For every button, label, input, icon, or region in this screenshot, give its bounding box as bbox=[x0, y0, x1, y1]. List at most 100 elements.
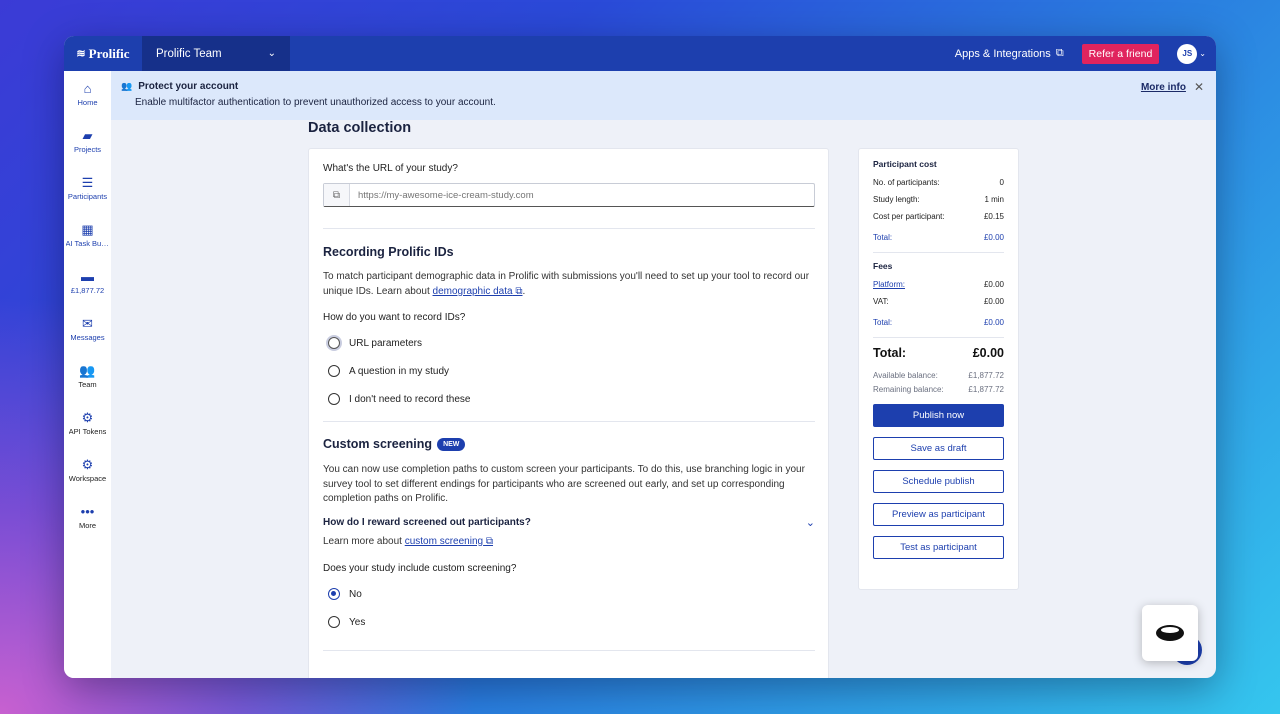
radio-label: A question in my study bbox=[349, 365, 450, 377]
sidebar-item-participants[interactable]: ☰ Participants bbox=[64, 165, 111, 212]
row-value: £1,877.72 bbox=[968, 370, 1004, 380]
recording-text-end: . bbox=[522, 285, 526, 297]
brand-name: Prolific bbox=[88, 45, 130, 61]
people-icon: 👥 bbox=[121, 81, 133, 91]
brand-logo[interactable]: ≋ Prolific bbox=[64, 36, 142, 71]
radio-no-record[interactable]: I don't need to record these bbox=[323, 385, 814, 413]
sidebar-item-home[interactable]: ⌂ Home bbox=[64, 71, 111, 118]
radio-button[interactable] bbox=[328, 588, 340, 600]
reward-screened-accordion[interactable]: How do I reward screened out participant… bbox=[323, 516, 815, 529]
divider bbox=[323, 650, 815, 651]
sidebar-item-messages[interactable]: ✉ Messages bbox=[64, 306, 111, 353]
robot-icon: ⚙ bbox=[81, 410, 94, 425]
radio-no[interactable]: No bbox=[323, 580, 814, 608]
sidebar-item-ai-task-builder[interactable]: ▦ AI Task Builder bbox=[64, 212, 111, 259]
home-icon: ⌂ bbox=[83, 81, 92, 96]
sidebar: ⌂ Home ▰ Projects ☰ Participants ▦ AI Ta… bbox=[64, 71, 111, 678]
cost-summary-panel: Participant cost No. of participants: 0 … bbox=[858, 148, 1019, 590]
row-value: £0.00 bbox=[983, 318, 1004, 327]
grand-total: Total: £0.00 bbox=[873, 346, 1004, 360]
row-label: Total: bbox=[873, 318, 893, 327]
record-ids-radio-group: URL parameters A question in my study I … bbox=[323, 329, 814, 413]
screening-question: Does your study include custom screening… bbox=[323, 563, 517, 574]
record-ids-question: How do you want to record IDs? bbox=[323, 312, 466, 323]
sidebar-item-label: Participants bbox=[67, 192, 108, 201]
close-icon[interactable]: ✕ bbox=[1194, 80, 1204, 94]
chevron-down-icon: ⌄ bbox=[267, 48, 276, 59]
row-value: £0.00 bbox=[983, 280, 1004, 289]
custom-screening-title: Custom screening NEW bbox=[323, 437, 814, 452]
test-participant-button[interactable]: Test as participant bbox=[873, 536, 1004, 559]
publish-now-button[interactable]: Publish now bbox=[873, 404, 1004, 427]
team-icon: 👥 bbox=[79, 363, 96, 378]
row-value: 0 bbox=[999, 178, 1004, 187]
radio-label: I don't need to record these bbox=[349, 393, 471, 405]
sidebar-item-more[interactable]: ••• More bbox=[64, 494, 111, 541]
filter-icon: ☰ bbox=[81, 175, 94, 190]
save-draft-button[interactable]: Save as draft bbox=[873, 437, 1004, 460]
external-link-icon: ⧉ bbox=[1055, 47, 1064, 59]
external-link-icon: ⧉ bbox=[324, 184, 350, 206]
radio-label: URL parameters bbox=[349, 337, 422, 349]
chevron-down-icon: ⌄ bbox=[1199, 49, 1206, 58]
radio-button[interactable] bbox=[328, 616, 340, 628]
more-info-link[interactable]: More info bbox=[1141, 82, 1186, 93]
top-bar: ≋ Prolific Prolific Team ⌄ Apps & Integr… bbox=[64, 36, 1216, 71]
demographic-data-link[interactable]: demographic data bbox=[433, 286, 513, 297]
learn-more-text: Learn more about custom screening ⧉ bbox=[323, 535, 814, 550]
apps-integrations-link[interactable]: Apps & Integrations ⧉ bbox=[955, 47, 1064, 60]
data-collection-card: What's the URL of your study? ⧉ Recordin… bbox=[308, 148, 829, 678]
account-menu[interactable]: JS ⌄ bbox=[1177, 43, 1206, 64]
sidebar-item-workspace[interactable]: ⚙ Workspace bbox=[64, 447, 111, 494]
new-badge: NEW bbox=[437, 438, 466, 452]
row-value: £1,877.72 bbox=[968, 384, 1004, 394]
study-url-input[interactable] bbox=[350, 189, 800, 201]
sidebar-item-label: AI Task Builder bbox=[65, 239, 110, 248]
chevron-down-icon: ⌄ bbox=[805, 516, 815, 529]
prolific-logo-icon: ≋ bbox=[76, 48, 86, 60]
sidebar-item-label: Projects bbox=[73, 145, 102, 154]
schedule-publish-button[interactable]: Schedule publish bbox=[873, 470, 1004, 493]
team-selector[interactable]: Prolific Team ⌄ bbox=[142, 36, 290, 71]
custom-screening-link[interactable]: custom screening bbox=[405, 536, 483, 547]
custom-screening-label: Custom screening bbox=[323, 437, 433, 451]
refer-friend-button[interactable]: Refer a friend bbox=[1081, 43, 1160, 64]
radio-button[interactable] bbox=[328, 365, 340, 377]
sidebar-item-label: Messages bbox=[70, 333, 105, 342]
mail-icon: ✉ bbox=[82, 316, 93, 331]
radio-button[interactable] bbox=[328, 393, 340, 405]
divider bbox=[873, 252, 1004, 253]
summary-row-study-length: Study length: 1 min bbox=[873, 191, 1004, 208]
sidebar-item-team[interactable]: 👥 Team bbox=[64, 353, 111, 400]
url-question: What's the URL of your study? bbox=[323, 163, 458, 174]
more-icon: ••• bbox=[80, 504, 95, 519]
preview-participant-button[interactable]: Preview as participant bbox=[873, 503, 1004, 526]
folder-icon: ▰ bbox=[82, 128, 93, 143]
platform-fee-link[interactable]: Platform: bbox=[873, 280, 905, 289]
row-label: Available balance: bbox=[873, 370, 938, 380]
radio-label: Yes bbox=[349, 616, 366, 628]
sidebar-item-balance[interactable]: ▬ £1,877.72 bbox=[64, 259, 111, 306]
row-value: 1 min bbox=[984, 195, 1004, 204]
sidebar-item-label: Workspace bbox=[68, 474, 107, 483]
summary-row-participants: No. of participants: 0 bbox=[873, 174, 1004, 191]
radio-yes[interactable]: Yes bbox=[323, 608, 814, 636]
avatar: JS bbox=[1177, 43, 1198, 64]
fees-subtotal: Total: £0.00 bbox=[873, 314, 1004, 331]
radio-question-in-study[interactable]: A question in my study bbox=[323, 357, 814, 385]
chat-widget[interactable] bbox=[1142, 605, 1198, 661]
divider bbox=[873, 337, 1004, 338]
sidebar-item-projects[interactable]: ▰ Projects bbox=[64, 118, 111, 165]
recording-ids-text: To match participant demographic data in… bbox=[323, 270, 814, 299]
sidebar-item-label: Team bbox=[78, 380, 97, 389]
apps-link-label: Apps & Integrations bbox=[954, 47, 1051, 60]
main-content: Data collection What's the URL of your s… bbox=[111, 120, 1216, 678]
study-url-field[interactable]: ⧉ bbox=[323, 183, 815, 207]
external-link-icon: ⧉ bbox=[483, 535, 494, 547]
radio-url-parameters[interactable]: URL parameters bbox=[323, 329, 814, 357]
row-label: Study length: bbox=[873, 195, 920, 204]
radio-button[interactable] bbox=[328, 337, 340, 349]
external-link-icon: ⧉ bbox=[512, 285, 523, 297]
sidebar-item-api-tokens[interactable]: ⚙ API Tokens bbox=[64, 400, 111, 447]
row-label: Total: bbox=[873, 233, 893, 242]
